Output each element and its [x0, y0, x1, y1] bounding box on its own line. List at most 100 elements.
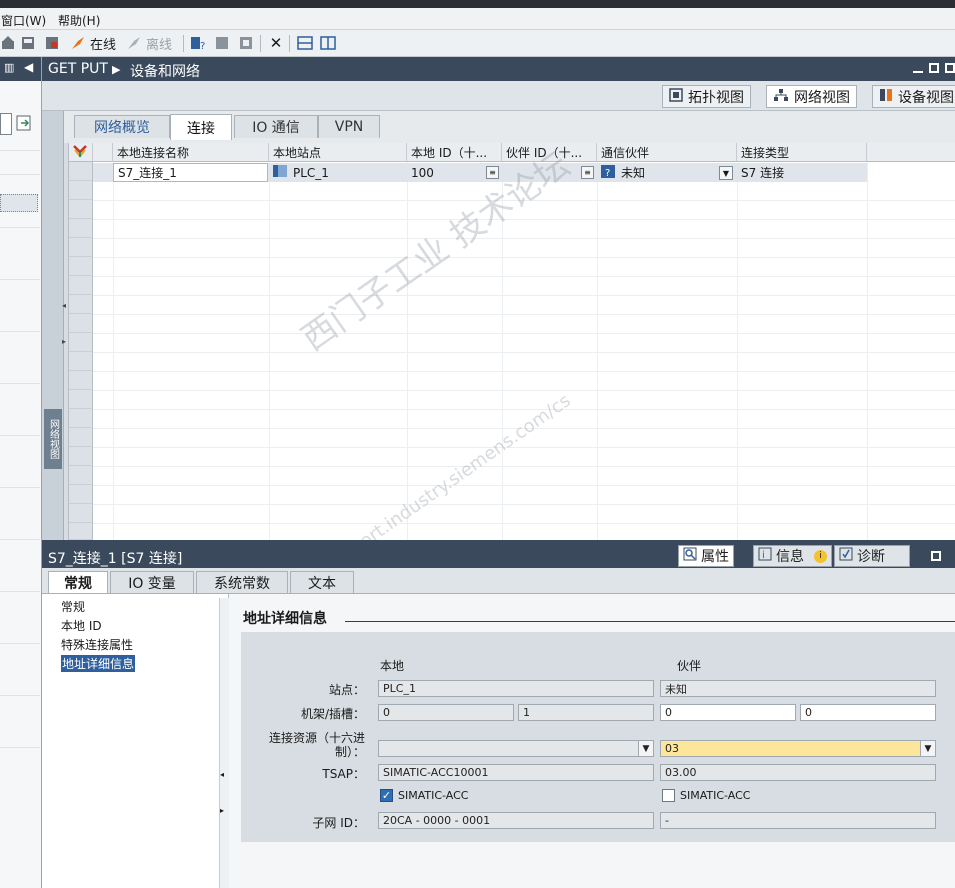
network-view-side-label[interactable]: 网络视图: [44, 409, 62, 469]
tab-diagnostics[interactable]: 诊断: [834, 545, 910, 567]
chevron-left-icon[interactable]: ◀: [24, 60, 33, 74]
menu-help[interactable]: 帮助(H): [58, 12, 100, 29]
tree-row-divider: [0, 174, 40, 175]
grid-line: [93, 485, 955, 486]
chevron-left-icon[interactable]: ◂: [62, 301, 66, 310]
chevron-down-icon[interactable]: ▼: [719, 166, 733, 180]
row-header[interactable]: [69, 219, 93, 238]
row-header[interactable]: [69, 523, 93, 540]
split-vertical-button[interactable]: [320, 34, 336, 52]
restore-icon[interactable]: [929, 63, 939, 73]
tab-io-communication[interactable]: IO 通信: [234, 115, 318, 138]
nav-address-details[interactable]: 地址详细信息: [61, 655, 136, 672]
tab-properties[interactable]: 属性: [678, 545, 734, 567]
tab-connections[interactable]: 连接: [170, 114, 232, 140]
row-header[interactable]: [69, 314, 93, 333]
partner-station-field: 未知: [660, 680, 936, 697]
cell-local-station[interactable]: PLC_1: [269, 163, 407, 182]
tab-texts[interactable]: 文本: [290, 571, 354, 593]
tree-refresh-icon[interactable]: [16, 114, 34, 134]
split-horizontal-button[interactable]: [297, 34, 313, 52]
row-header[interactable]: [69, 295, 93, 314]
column-header-type[interactable]: 连接类型: [737, 143, 867, 162]
row-header[interactable]: [69, 257, 93, 276]
chevron-down-icon[interactable]: ▼: [920, 741, 935, 756]
tree-selected-row[interactable]: [0, 194, 38, 212]
diagnostics-label: 诊断: [857, 549, 885, 565]
partner-simatic-acc-checkbox[interactable]: [662, 789, 675, 802]
tab-general[interactable]: 常规: [48, 571, 108, 593]
local-slot-field: 1: [518, 704, 654, 721]
column-header-partner-id[interactable]: 伙伴 ID（十...: [502, 143, 597, 162]
nav-special-properties[interactable]: 特殊连接属性: [61, 636, 133, 653]
start-cpu-button[interactable]: [214, 34, 230, 52]
nav-general[interactable]: 常规: [61, 598, 85, 615]
nav-local-id[interactable]: 本地 ID: [61, 617, 102, 634]
nav-scrollbar[interactable]: ◂ ▸: [219, 598, 229, 888]
tab-device-view[interactable]: 设备视图: [872, 85, 955, 108]
row-header[interactable]: [69, 162, 93, 181]
row-header[interactable]: [69, 504, 93, 523]
compile-button[interactable]: [44, 34, 60, 52]
stop-cpu-button[interactable]: [238, 34, 254, 52]
tab-network-overview[interactable]: 网络概览: [74, 115, 170, 138]
menu-window[interactable]: 窗口(W): [1, 12, 46, 29]
grid-column-line: [502, 162, 503, 540]
minimize-icon[interactable]: [913, 71, 923, 73]
breadcrumb-project[interactable]: GET PUT: [48, 61, 108, 77]
row-header[interactable]: [69, 333, 93, 352]
tab-io-tags[interactable]: IO 变量: [110, 571, 194, 593]
tab-system-constants[interactable]: 系统常数: [196, 571, 288, 593]
accessible-devices-button[interactable]: ?: [190, 34, 206, 52]
cell-partner[interactable]: ? 未知: [597, 163, 737, 182]
download-button[interactable]: [20, 34, 36, 52]
local-id-browse-icon[interactable]: ≡: [486, 166, 499, 179]
go-online-button[interactable]: 在线: [70, 34, 116, 53]
row-header[interactable]: [69, 447, 93, 466]
chevron-right-icon[interactable]: ▸: [220, 806, 224, 815]
go-offline-button[interactable]: 离线: [126, 34, 172, 53]
column-header-local-id[interactable]: 本地 ID（十...: [407, 143, 502, 162]
toolbar-separator: [289, 35, 290, 52]
upload-button[interactable]: [0, 34, 16, 52]
row-header[interactable]: [69, 276, 93, 295]
column-header-station[interactable]: 本地站点: [269, 143, 407, 162]
tab-vpn[interactable]: VPN: [318, 115, 380, 138]
tab-info[interactable]: i 信息 i: [753, 545, 832, 567]
chevron-left-icon[interactable]: ◂: [220, 770, 224, 779]
local-station-field: PLC_1: [378, 680, 654, 697]
inspector-title: S7_连接_1 [S7 连接]: [48, 551, 183, 567]
section-title: 地址详细信息: [243, 611, 327, 627]
cell-connection-name[interactable]: S7_连接_1: [113, 163, 268, 182]
row-header[interactable]: [69, 428, 93, 447]
row-header[interactable]: [69, 390, 93, 409]
chevron-right-icon[interactable]: ▸: [62, 337, 66, 346]
cell-connection-type[interactable]: S7 连接: [737, 163, 867, 182]
row-header[interactable]: [69, 200, 93, 219]
editor-header: GET PUT ▶ 设备和网络: [42, 57, 955, 81]
row-header[interactable]: [69, 352, 93, 371]
partner-rack-field[interactable]: 0: [660, 704, 796, 721]
section-divider: [345, 621, 955, 622]
tree-toggle-icon[interactable]: ▥: [4, 61, 14, 74]
local-simatic-acc-checkbox[interactable]: ✓: [380, 789, 393, 802]
maximize-icon[interactable]: [945, 63, 955, 73]
project-tree-pane: ▥ ◀: [0, 57, 42, 888]
column-header-name[interactable]: 本地连接名称: [113, 143, 269, 162]
row-header[interactable]: [69, 485, 93, 504]
partner-id-browse-icon[interactable]: ≡: [581, 166, 594, 179]
row-header[interactable]: [69, 181, 93, 200]
restore-icon[interactable]: [931, 551, 941, 561]
row-header[interactable]: [69, 466, 93, 485]
column-header-partner[interactable]: 通信伙伴: [597, 143, 737, 162]
row-header[interactable]: [69, 409, 93, 428]
tree-view-icon[interactable]: [0, 113, 12, 135]
tab-network-view[interactable]: 网络视图: [766, 85, 857, 108]
partner-slot-field[interactable]: 0: [800, 704, 936, 721]
local-rack-field: 0: [378, 704, 514, 721]
partner-resource-select[interactable]: 03 ▼: [660, 740, 936, 757]
row-header[interactable]: [69, 371, 93, 390]
row-header[interactable]: [69, 238, 93, 257]
tab-topology-view[interactable]: 拓扑视图: [662, 85, 751, 108]
delete-button[interactable]: ✕: [268, 34, 284, 52]
